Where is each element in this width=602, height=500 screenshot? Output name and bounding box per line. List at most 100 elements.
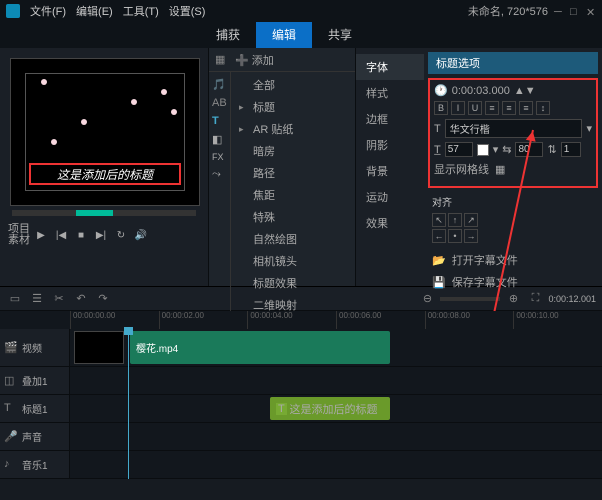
align-tr[interactable]: ↗ [464, 213, 478, 227]
color-swatch[interactable] [477, 144, 489, 156]
zoom-in-button[interactable]: ⊕ [504, 290, 522, 308]
title-track: T标题1 T 这是添加后的标题 [0, 395, 602, 423]
zoom-slider[interactable] [440, 297, 500, 301]
clock-icon: 🕐 [434, 84, 448, 97]
open-subtitle-button[interactable]: 打开字幕文件 [452, 252, 518, 268]
lib-item[interactable]: 标题效果 [231, 272, 355, 294]
music-track-icon[interactable]: ♪ [4, 458, 18, 472]
open-subtitle-icon[interactable]: 📂 [432, 254, 446, 267]
loop-button[interactable]: ↻ [112, 226, 130, 244]
zoom-out-button[interactable]: ⊖ [418, 290, 436, 308]
properties-panel: 字体 样式 边框 阴影 背景 运动 效果 标题选项 🕐0:00:03.000▲▼… [356, 48, 602, 286]
menu-edit[interactable]: 编辑(E) [72, 1, 117, 21]
save-subtitle-icon[interactable]: 💾 [432, 276, 446, 289]
timeline-view-button[interactable]: ☰ [28, 290, 46, 308]
lib-item[interactable]: 相机镜头 [231, 250, 355, 272]
font-prefix-icon: T [434, 123, 441, 135]
italic-button[interactable]: I [451, 101, 465, 115]
title-overlay[interactable]: 这是添加后的标题 [29, 163, 181, 185]
underline-button[interactable]: U [468, 101, 482, 115]
fit-button[interactable]: ⛶ [526, 290, 544, 308]
timeline-ruler[interactable]: 00:00:00.00 00:00:02.00 00:00:04.00 00:0… [0, 311, 602, 329]
leading-icon: ⇅ [547, 143, 556, 156]
undo-button[interactable]: ↶ [72, 290, 90, 308]
align-ml[interactable]: ← [432, 229, 446, 243]
play-button[interactable]: ▶ [32, 226, 50, 244]
project-status: 未命名, 720*576 [468, 3, 548, 19]
lib-item[interactable]: 特殊 [231, 206, 355, 228]
tab-capture[interactable]: 捕获 [200, 22, 256, 48]
prop-tab-bg[interactable]: 背景 [356, 158, 424, 184]
menu-settings[interactable]: 设置(S) [165, 1, 210, 21]
leading-input[interactable] [561, 142, 581, 157]
title-clip[interactable]: T 这是添加后的标题 [270, 397, 390, 420]
prop-tab-style[interactable]: 样式 [356, 80, 424, 106]
overlay-track-icon[interactable]: ◫ [4, 374, 18, 388]
preview-viewport[interactable]: 这是添加后的标题 [10, 58, 200, 206]
lib-item[interactable]: 自然绘图 [231, 228, 355, 250]
lib-item[interactable]: ▸标题 [231, 96, 355, 118]
graphic-icon[interactable]: ◧ [212, 133, 227, 146]
source-toggle[interactable]: 项目素材 [8, 224, 30, 246]
media-icon[interactable]: 🎵 [212, 78, 227, 91]
title-track-icon[interactable]: T [4, 402, 18, 416]
grid-toggle-icon[interactable]: ▦ [495, 163, 505, 176]
save-subtitle-button[interactable]: 保存字幕文件 [452, 274, 518, 290]
timecode-input[interactable]: 0:00:03.000 [452, 85, 510, 97]
font-select[interactable]: 华文行楷 [445, 119, 583, 138]
align-right-button[interactable]: ≡ [519, 101, 533, 115]
video-track-icon[interactable]: 🎬 [4, 341, 18, 355]
align-mc[interactable]: • [448, 229, 462, 243]
tab-share[interactable]: 共享 [312, 22, 368, 48]
lib-item[interactable]: 全部 [231, 74, 355, 96]
app-logo [6, 4, 20, 18]
maximize-icon[interactable]: □ [570, 6, 580, 16]
menu-tools[interactable]: 工具(T) [119, 1, 163, 21]
prop-tab-effect[interactable]: 效果 [356, 210, 424, 236]
voice-track: 🎤声音 [0, 423, 602, 451]
lib-item[interactable]: 路径 [231, 162, 355, 184]
dropdown-icon[interactable]: ▾ [586, 122, 592, 135]
lib-item[interactable]: 焦距 [231, 184, 355, 206]
clip-thumbnail[interactable] [74, 331, 124, 364]
minimize-icon[interactable]: ─ [554, 6, 564, 16]
bold-button[interactable]: B [434, 101, 448, 115]
video-clip[interactable]: 樱花.mp4 [130, 331, 390, 364]
path-icon[interactable]: ⤳ [212, 168, 227, 181]
grid-label: 显示网格线 [434, 161, 489, 177]
props-header: 标题选项 [428, 52, 598, 74]
lib-item[interactable]: ▸AR 贴纸 [231, 118, 355, 140]
lib-item[interactable]: 暗房 [231, 140, 355, 162]
font-size-input[interactable] [445, 142, 473, 157]
close-icon[interactable]: ✕ [586, 6, 596, 16]
align-center-button[interactable]: ≡ [502, 101, 516, 115]
storyboard-view-button[interactable]: ▭ [6, 290, 24, 308]
tool-button[interactable]: ✂ [50, 290, 68, 308]
timeline-panel: ▭ ☰ ✂ ↶ ↷ ⊖ ⊕ ⛶ 0:00:12.001 00:00:00.00 … [0, 286, 602, 500]
vertical-button[interactable]: ↕ [536, 101, 550, 115]
voice-track-icon[interactable]: 🎤 [4, 430, 18, 444]
next-frame-button[interactable]: ▶| [92, 226, 110, 244]
title-icon[interactable]: T [212, 115, 227, 127]
prop-tab-shadow[interactable]: 阴影 [356, 132, 424, 158]
prop-tab-motion[interactable]: 运动 [356, 184, 424, 210]
menu-file[interactable]: 文件(F) [26, 1, 70, 21]
prev-frame-button[interactable]: |◀ [52, 226, 70, 244]
redo-button[interactable]: ↷ [94, 290, 112, 308]
align-tc[interactable]: ↑ [448, 213, 462, 227]
filter-icon[interactable]: FX [212, 152, 227, 162]
prop-tab-border[interactable]: 边框 [356, 106, 424, 132]
kerning-icon: ⇆ [502, 143, 511, 156]
playhead[interactable] [128, 329, 129, 479]
align-label: 对齐 [432, 194, 594, 209]
prop-tab-font[interactable]: 字体 [356, 54, 424, 80]
align-left-button[interactable]: ≡ [485, 101, 499, 115]
stop-button[interactable]: ■ [72, 226, 90, 244]
tab-edit[interactable]: 编辑 [256, 22, 312, 48]
align-tl[interactable]: ↖ [432, 213, 446, 227]
transition-icon[interactable]: AB [212, 97, 227, 109]
align-mr[interactable]: → [464, 229, 478, 243]
preview-scrubber[interactable] [12, 210, 196, 216]
add-button[interactable]: ➕ 添加 [235, 52, 274, 68]
volume-button[interactable]: 🔊 [132, 226, 150, 244]
